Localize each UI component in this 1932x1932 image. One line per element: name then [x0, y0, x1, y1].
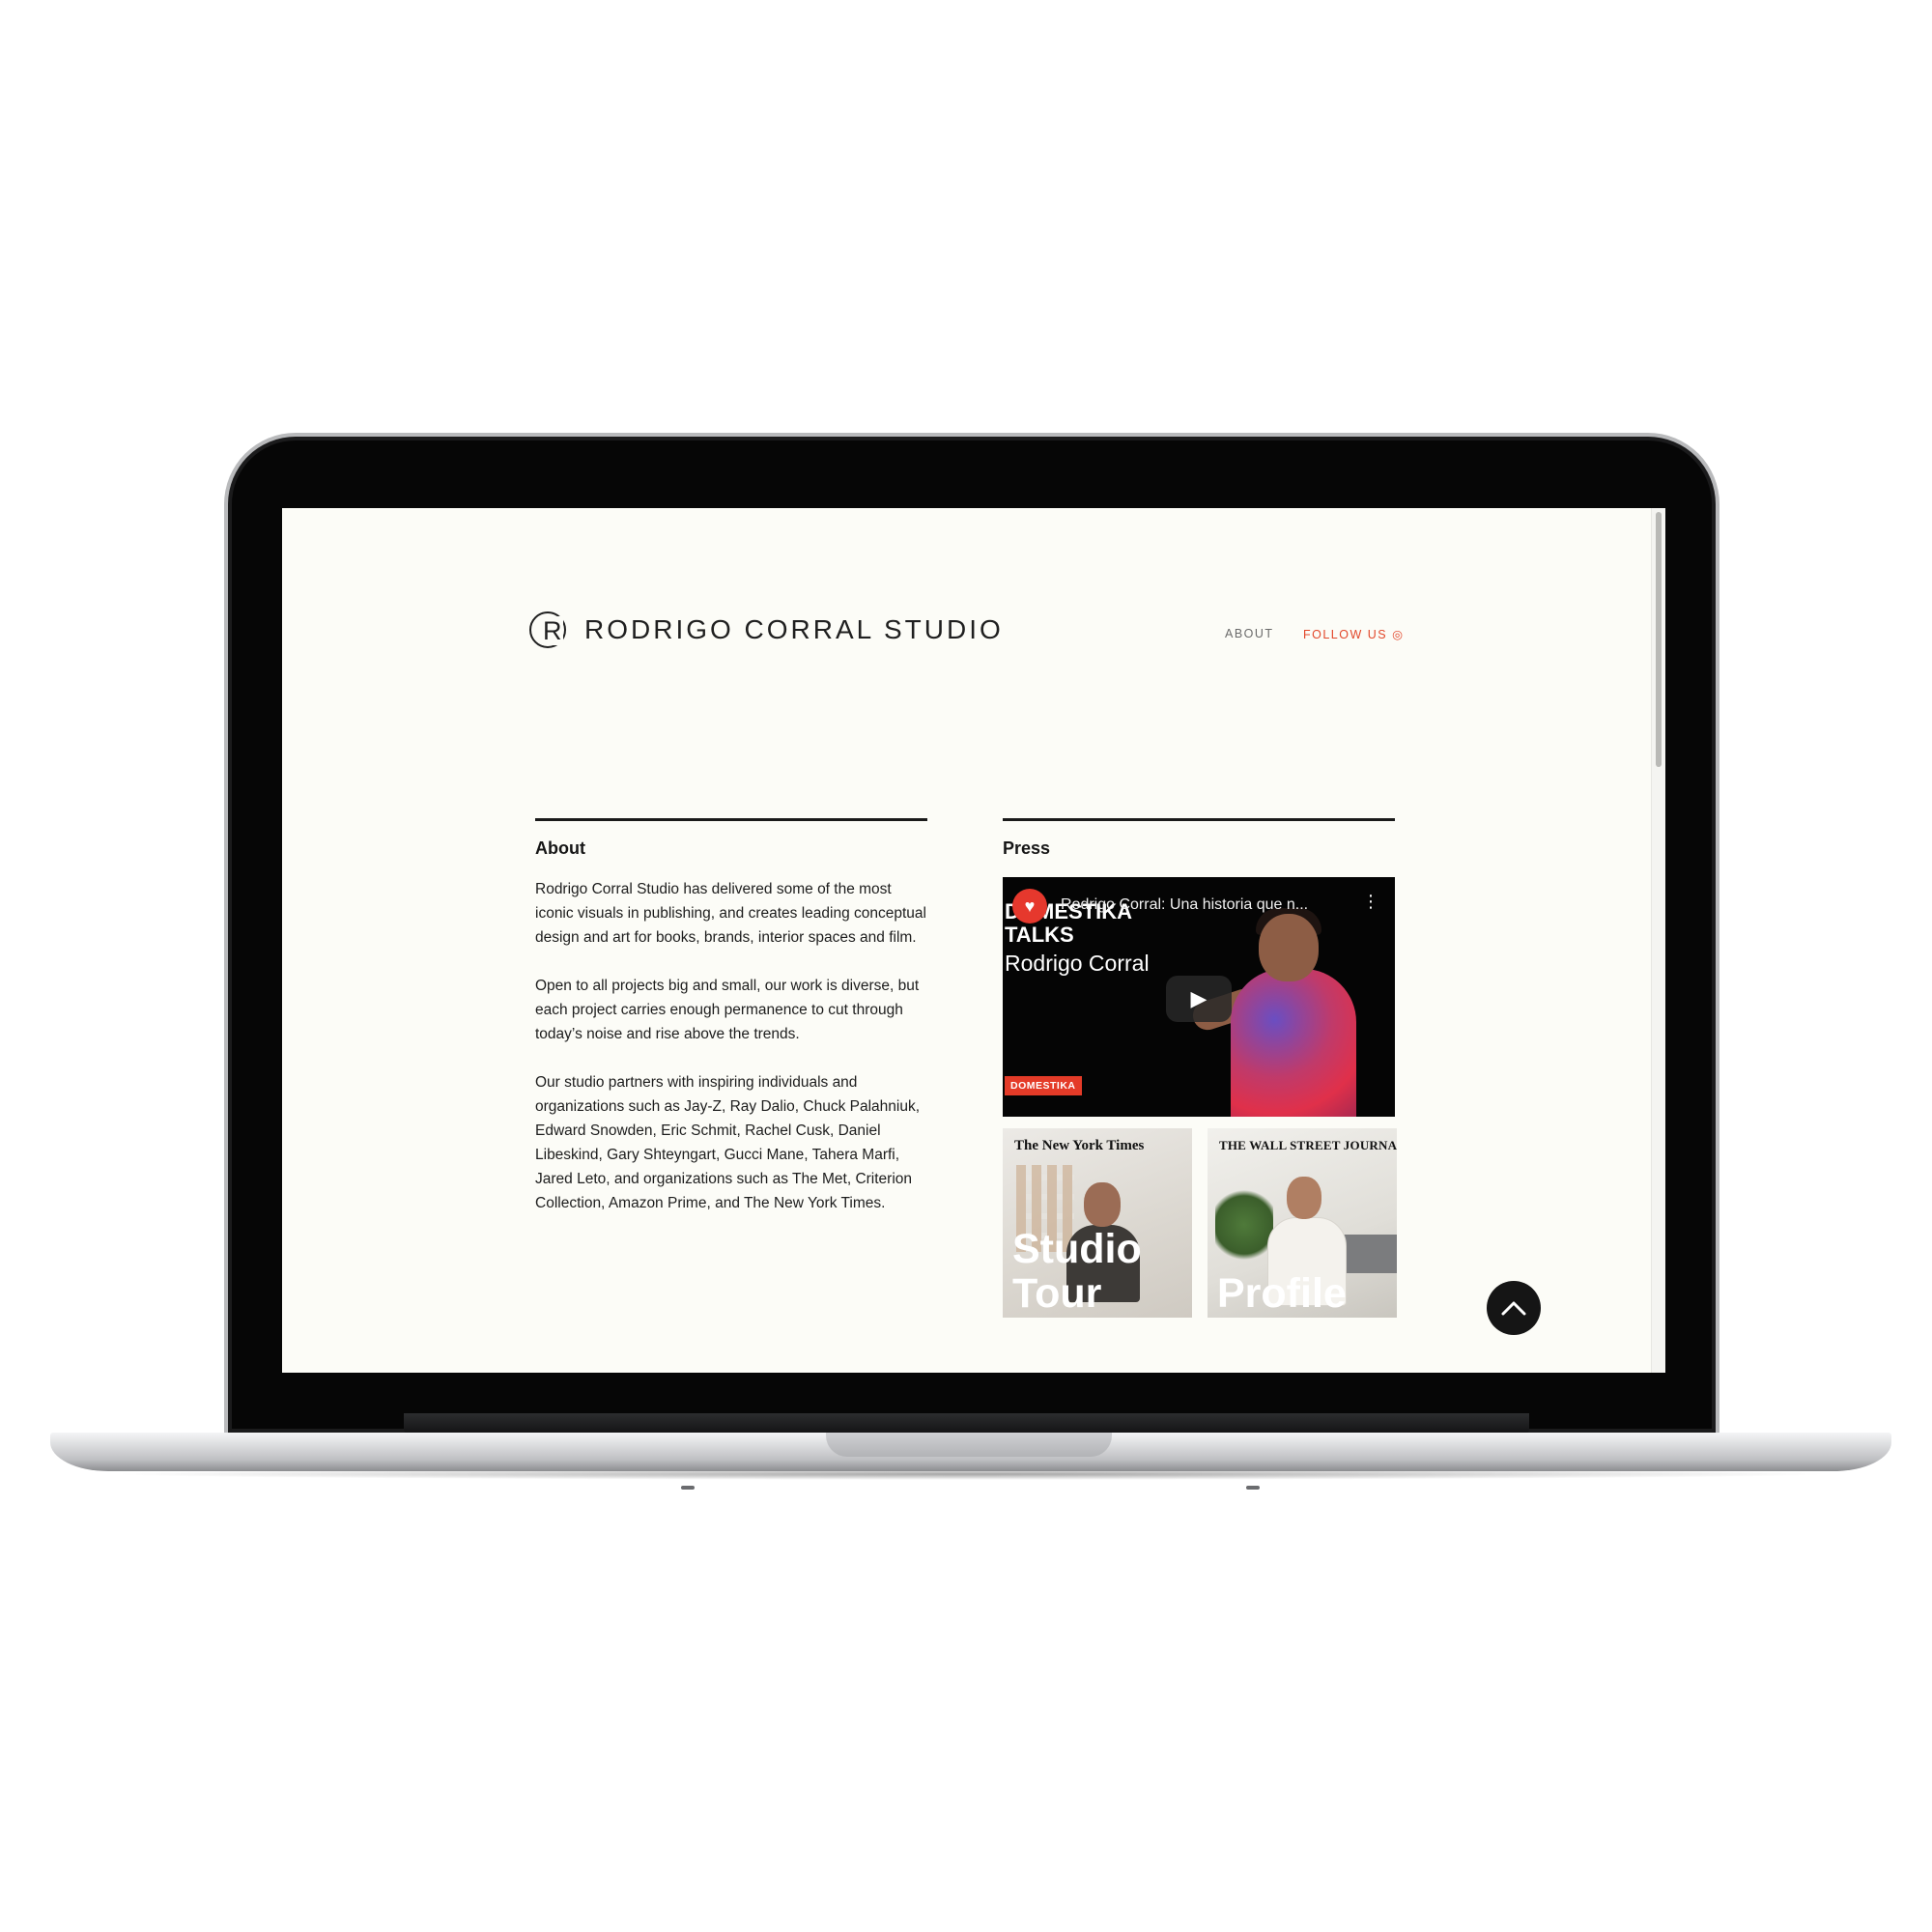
- plant-icon: [1215, 1186, 1273, 1264]
- laptop-foot: [1246, 1486, 1260, 1490]
- nav-follow-us-link[interactable]: FOLLOW US ◎: [1303, 627, 1405, 641]
- about-paragraph: Open to all projects big and small, our …: [535, 978, 920, 1042]
- video-thumbnail-person: [1231, 969, 1356, 1117]
- video-overlay-name: Rodrigo Corral: [1005, 951, 1150, 976]
- browser-viewport: R RODRIGO CORRAL STUDIO ABOUT FOLLOW US …: [282, 508, 1665, 1373]
- thumbnail-label: Profile: [1217, 1271, 1347, 1316]
- nav-about-link[interactable]: ABOUT: [1225, 627, 1274, 640]
- laptop-notch: [826, 1433, 1112, 1457]
- video-title[interactable]: Rodrigo Corral: Una historia que n...: [1061, 896, 1308, 914]
- about-text: Rodrigo Corral Studio has delivered some…: [535, 877, 933, 1239]
- thumbnail-person: [1084, 1182, 1121, 1227]
- nyt-masthead: The New York Times: [1014, 1138, 1145, 1153]
- thumbnail-label-line: Studio: [1012, 1226, 1142, 1272]
- chevron-up-icon: [1501, 1301, 1526, 1316]
- press-heading: Press: [1003, 838, 1051, 858]
- press-thumbnail-wsj[interactable]: THE WALL STREET JOURNAL. Profile: [1208, 1128, 1397, 1318]
- press-divider: [1003, 818, 1395, 821]
- scrollbar[interactable]: [1651, 508, 1665, 1373]
- video-overlay-line: TALKS: [1005, 923, 1074, 947]
- laptop-hinge: [404, 1413, 1529, 1435]
- thumbnail-label-line: Tour: [1012, 1270, 1102, 1317]
- scrollbar-thumb[interactable]: [1656, 512, 1662, 767]
- thumbnail-label: Studio Tour: [1012, 1227, 1142, 1316]
- back-to-top-button[interactable]: [1487, 1281, 1541, 1335]
- site-logo[interactable]: R RODRIGO CORRAL STUDIO: [529, 611, 1004, 648]
- circle-r-icon: R: [529, 611, 566, 648]
- thumbnail-label-line: Profile: [1217, 1270, 1347, 1317]
- about-paragraph: Rodrigo Corral Studio has delivered some…: [535, 881, 926, 946]
- wsj-masthead: THE WALL STREET JOURNAL.: [1219, 1138, 1397, 1152]
- video-channel-badge: DOMESTIKA: [1005, 1076, 1082, 1095]
- thumbnail-person: [1287, 1177, 1321, 1219]
- about-paragraph: Our studio partners with inspiring indiv…: [535, 1074, 921, 1211]
- video-thumbnail-person: [1259, 914, 1319, 981]
- site-title: RODRIGO CORRAL STUDIO: [584, 614, 1004, 644]
- logo-mark-letter: R: [542, 616, 563, 645]
- domestika-icon[interactable]: ♥: [1012, 889, 1047, 923]
- press-thumbnail-nyt[interactable]: The New York Times Studio Tour: [1003, 1128, 1192, 1318]
- about-heading: About: [535, 838, 585, 858]
- kebab-menu-icon[interactable]: ⋮: [1362, 893, 1379, 910]
- about-divider: [535, 818, 927, 821]
- play-icon[interactable]: ▶: [1166, 976, 1232, 1022]
- laptop-foot: [681, 1486, 695, 1490]
- press-video-embed[interactable]: DOMESTIKA TALKS Rodrigo Corral ♥ Rodrigo…: [1003, 877, 1395, 1117]
